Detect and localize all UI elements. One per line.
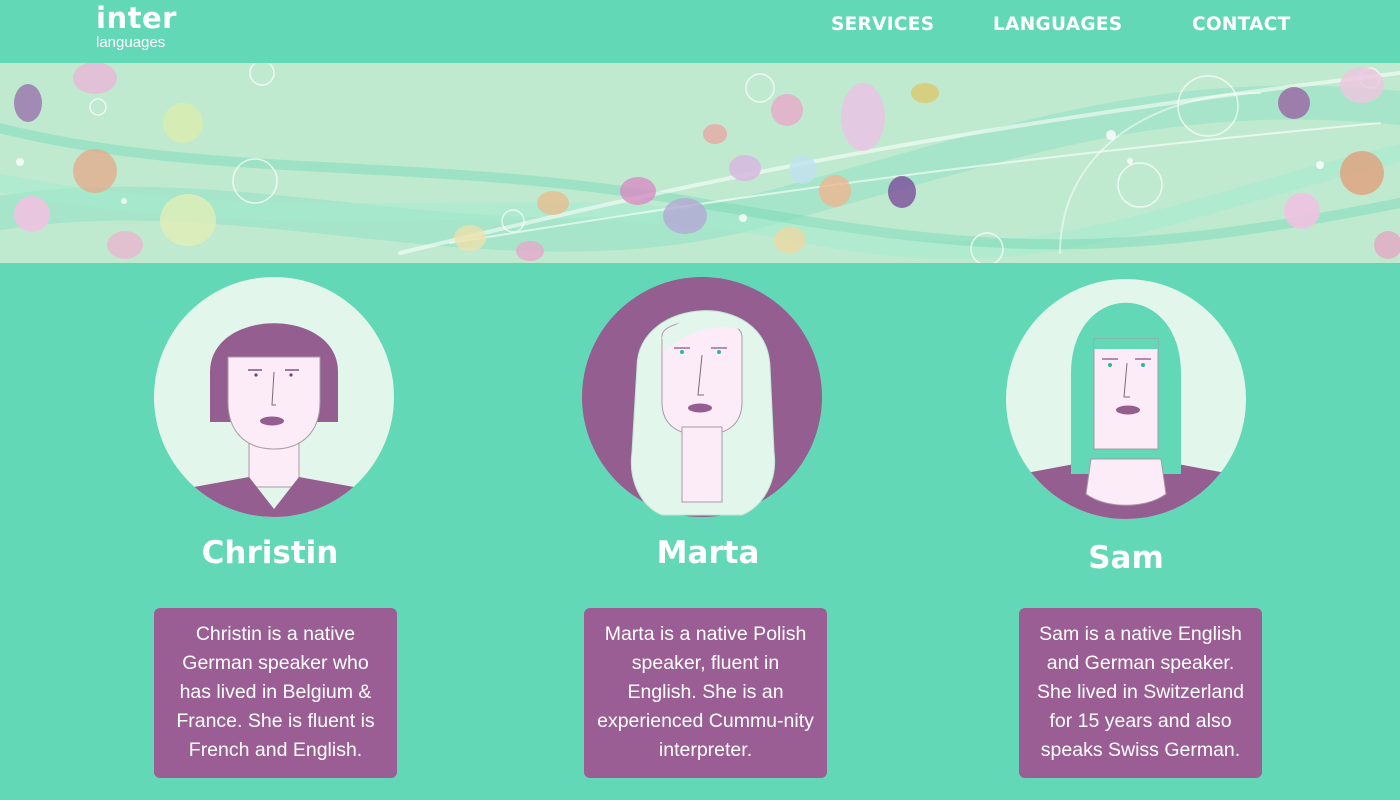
hero-banner [0,63,1400,263]
logo-name: inter [96,1,177,35]
nav-languages[interactable]: LANGUAGES [993,13,1122,37]
nav-contact[interactable]: CONTACT [1192,13,1291,37]
member-name-sam: Sam [1088,540,1164,576]
bio-card-marta: Marta is a native Polish speaker, fluent… [584,608,827,778]
bio-card-sam: Sam is a native English and German speak… [1019,608,1262,778]
avatar-christin [154,277,394,517]
avatar-sam [1006,279,1246,519]
top-nav: inter languages SERVICES LANGUAGES CONTA… [0,0,1400,63]
nav-services[interactable]: SERVICES [831,13,934,37]
logo-tagline: languages [96,34,166,51]
member-name-christin: Christin [201,535,339,571]
portrait-christin [154,277,394,517]
bio-card-christin: Christin is a native German speaker who … [154,608,397,778]
banner-illustration [0,63,1400,263]
avatar-marta [582,277,822,517]
member-name-marta: Marta [656,535,760,571]
portrait-sam [1006,279,1246,519]
site-logo[interactable]: inter languages [96,2,177,51]
portrait-marta [582,277,822,517]
